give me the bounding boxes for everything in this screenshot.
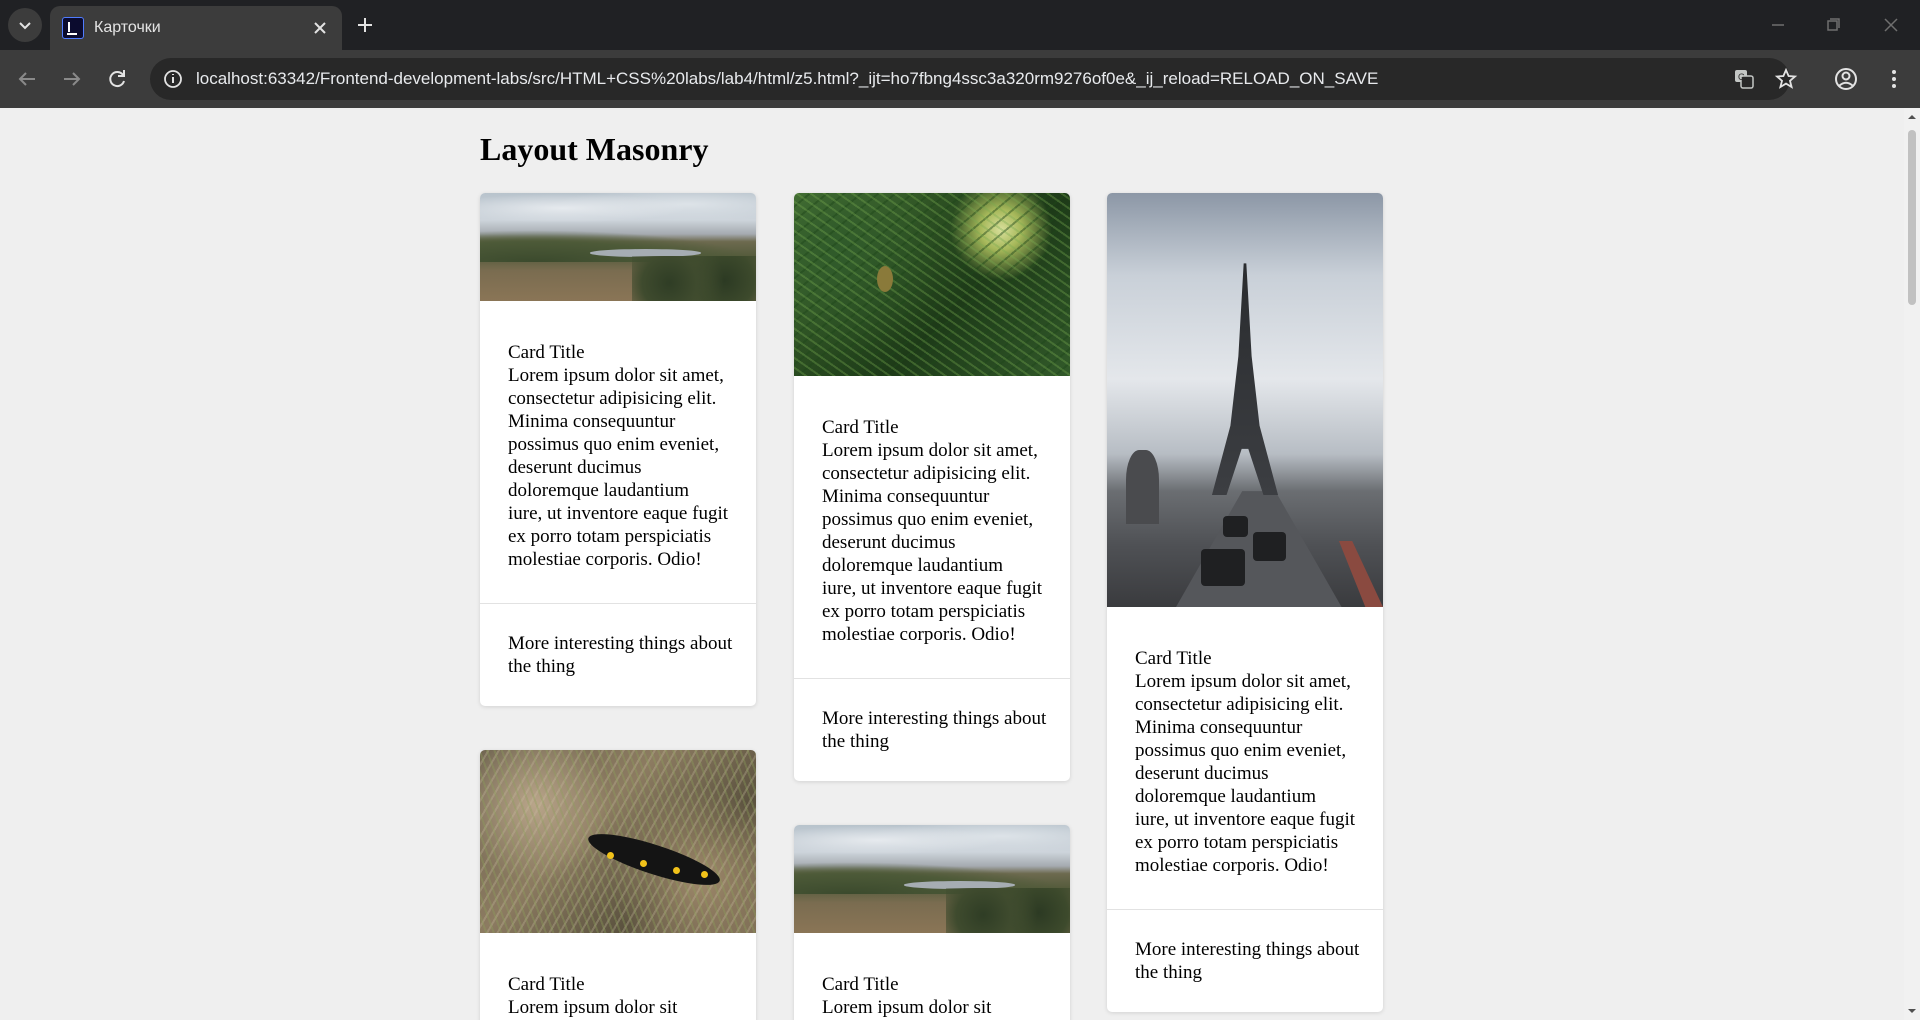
card-title: Card Title	[508, 342, 585, 363]
scrollbar-thumb[interactable]	[1908, 130, 1916, 305]
address-bar[interactable]: localhost:63342/Frontend-development-lab…	[150, 58, 1798, 100]
tab-search-button[interactable]	[8, 8, 42, 42]
card-title: Card Title	[822, 417, 899, 438]
card-title: Card Title	[508, 974, 585, 995]
profile-icon[interactable]	[1832, 65, 1860, 93]
new-tab-icon[interactable]	[352, 12, 378, 38]
reload-icon[interactable]	[103, 65, 131, 93]
card-image-pine	[794, 193, 1070, 376]
jetbrains-favicon-icon	[62, 17, 84, 39]
translate-icon[interactable]: G	[1732, 67, 1756, 91]
tab-active[interactable]: Карточки	[50, 6, 342, 50]
browser-toolbar: localhost:63342/Frontend-development-lab…	[0, 50, 1920, 108]
card-image-salamander	[480, 750, 756, 933]
card-text: Lorem ipsum dolor sit amet, consectetur …	[822, 440, 1043, 645]
close-tab-icon[interactable]	[310, 18, 330, 38]
card: Card Title Lorem ipsum dolor sit amet, c…	[1107, 193, 1383, 1012]
card-text: Lorem ipsum dolor sit	[822, 997, 992, 1018]
card: Card Title Lorem ipsum dolor sit	[480, 750, 756, 1020]
card-text: Lorem ipsum dolor sit amet, consectetur …	[508, 365, 729, 570]
minimize-icon[interactable]	[1765, 12, 1791, 38]
card-image-landscape	[794, 825, 1070, 933]
page-viewport: Layout Masonry Card Title Lorem ipsum do…	[0, 108, 1904, 1020]
card-footer: More interesting things about the thing	[480, 603, 756, 706]
card-footer: More interesting things about the thing	[1107, 909, 1383, 1012]
forward-arrow-icon[interactable]	[58, 65, 86, 93]
card-text: Lorem ipsum dolor sit amet, consectetur …	[1135, 671, 1356, 876]
url-text[interactable]: localhost:63342/Frontend-development-lab…	[196, 69, 1378, 89]
tab-strip: Карточки	[0, 0, 1920, 50]
restore-icon[interactable]	[1820, 12, 1846, 38]
close-window-icon[interactable]	[1878, 12, 1904, 38]
card-image-eiffel	[1107, 193, 1383, 607]
bookmark-star-icon[interactable]	[1774, 67, 1798, 91]
scroll-up-arrow-icon[interactable]	[1907, 112, 1917, 122]
card: Card Title Lorem ipsum dolor sit	[794, 825, 1070, 1020]
vertical-scrollbar[interactable]	[1904, 108, 1920, 1020]
card: Card Title Lorem ipsum dolor sit amet, c…	[480, 193, 756, 706]
svg-text:G: G	[1738, 72, 1745, 82]
back-arrow-icon[interactable]	[13, 65, 41, 93]
card-title: Card Title	[822, 974, 899, 995]
card-footer: More interesting things about the thing	[794, 678, 1070, 781]
site-info-icon[interactable]	[160, 66, 186, 92]
menu-kebab-icon[interactable]	[1880, 65, 1908, 93]
tab-title: Карточки	[94, 19, 161, 36]
card-image-landscape	[480, 193, 756, 301]
scroll-down-arrow-icon[interactable]	[1907, 1006, 1917, 1016]
chevron-down-icon	[19, 22, 31, 30]
card-text: Lorem ipsum dolor sit	[508, 997, 678, 1018]
card-title: Card Title	[1135, 648, 1212, 669]
card: Card Title Lorem ipsum dolor sit amet, c…	[794, 193, 1070, 781]
page-title: Layout Masonry	[480, 131, 709, 167]
